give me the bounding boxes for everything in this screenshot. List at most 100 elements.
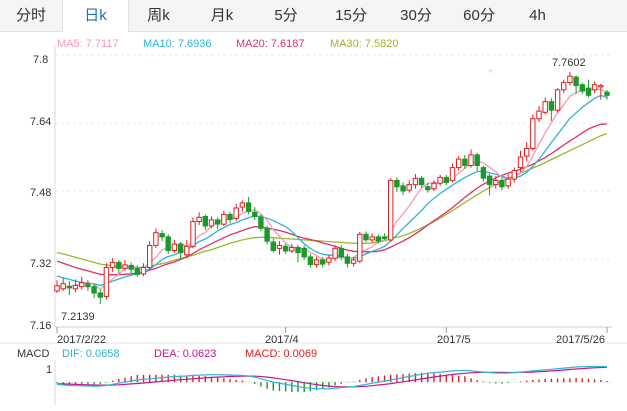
x-tick-label: 2017/4 [265,334,299,346]
candle-body [190,221,196,247]
candle-body [54,285,60,292]
y-tick-label: 7.32 [30,258,52,270]
candle-body [122,264,128,269]
x-tick-label: 2017/5 [437,334,471,346]
candle-body [338,247,345,258]
dea-legend: DEA: 0.0623 [154,348,217,360]
candle-body [140,267,147,275]
candle-body [301,247,307,258]
candle-body [524,148,530,157]
candle-body [425,186,431,191]
candle-body [369,236,375,241]
candle-body [177,243,184,254]
candle-body [511,170,517,180]
candle-body [530,118,536,149]
candle-body [363,233,369,241]
low-price-label: 7.2139 [61,311,95,323]
candle-body [437,176,443,184]
candle-body [66,286,73,289]
candle-body [128,264,134,270]
candle-body [505,178,511,187]
candle-body [184,245,190,256]
candle-body [171,243,178,252]
candle-body [295,247,301,254]
candle-body [406,184,412,191]
candle-body [165,236,171,251]
candle-body [313,259,320,266]
grid-marker: + [488,66,493,76]
candle-body [456,158,462,169]
candle-body [449,167,456,181]
candle-body [147,244,153,268]
high-price-label: 7.7602 [552,57,586,69]
x-tick-label: 2017/2/22 [57,334,106,346]
candle-body [103,267,110,297]
candle-body [579,84,585,92]
candle-body [208,219,215,227]
candle-body [97,292,103,298]
candle-body [344,256,351,264]
candle-body [91,286,97,294]
candle-body [598,85,604,88]
candle-body [486,175,493,186]
candle-body [153,232,159,246]
candle-body [412,177,419,186]
y-tick-label: 7.8 [33,54,49,66]
candle-body [388,179,394,241]
candle-body [536,110,542,120]
candle-body [499,179,505,188]
candle-body [332,247,338,259]
candle-body [221,213,227,225]
candle-body [258,216,264,229]
candle-body [85,283,91,288]
candle-body [548,101,555,111]
candle-body [245,202,252,212]
macd-y-tick-label: 1 [46,364,53,376]
dea-line [56,366,608,388]
candle-body [320,259,326,265]
candle-body [585,87,592,96]
candle-body [542,101,548,113]
candle-body [474,154,480,166]
candle-body [375,236,382,242]
candle-body [134,267,141,275]
candle-body [307,256,314,265]
candle-body [215,219,221,225]
candle-body [468,154,474,166]
candle-body [400,185,406,192]
y-tick-label: 7.16 [30,320,52,332]
macd-value-legend: MACD: 0.0069 [245,348,318,360]
candle-body [604,91,610,96]
candle-body [517,156,524,169]
dif-line [56,365,608,390]
candle-body [480,167,487,179]
candle-body [239,202,246,208]
macd-title: MACD [17,348,50,360]
y-tick-label: 7.64 [30,116,52,128]
y-tick-label: 7.48 [30,187,52,199]
candle-body [443,176,450,183]
candle-body [79,282,85,288]
candle-body [431,182,437,190]
candle-body [462,158,468,167]
candle-body [493,179,499,186]
candle-body [394,179,400,188]
candle-body [573,76,579,87]
candle-body [381,236,388,240]
ma20-line [56,123,608,276]
candle-body [326,257,332,263]
candle-body [276,244,283,249]
candle-body [72,284,79,290]
candle-body [418,177,425,186]
candle-body [270,241,277,251]
candle-body [60,283,66,290]
candle-body [109,261,116,268]
candle-body [283,245,289,252]
candle-body [591,84,598,91]
candle-body [357,233,363,262]
candle-body [233,207,239,220]
candle-body [227,213,233,220]
candle-body [350,259,357,264]
dif-legend: DIF: 0.0658 [62,348,120,360]
x-tick-label: 2017/5/26 [556,334,605,346]
